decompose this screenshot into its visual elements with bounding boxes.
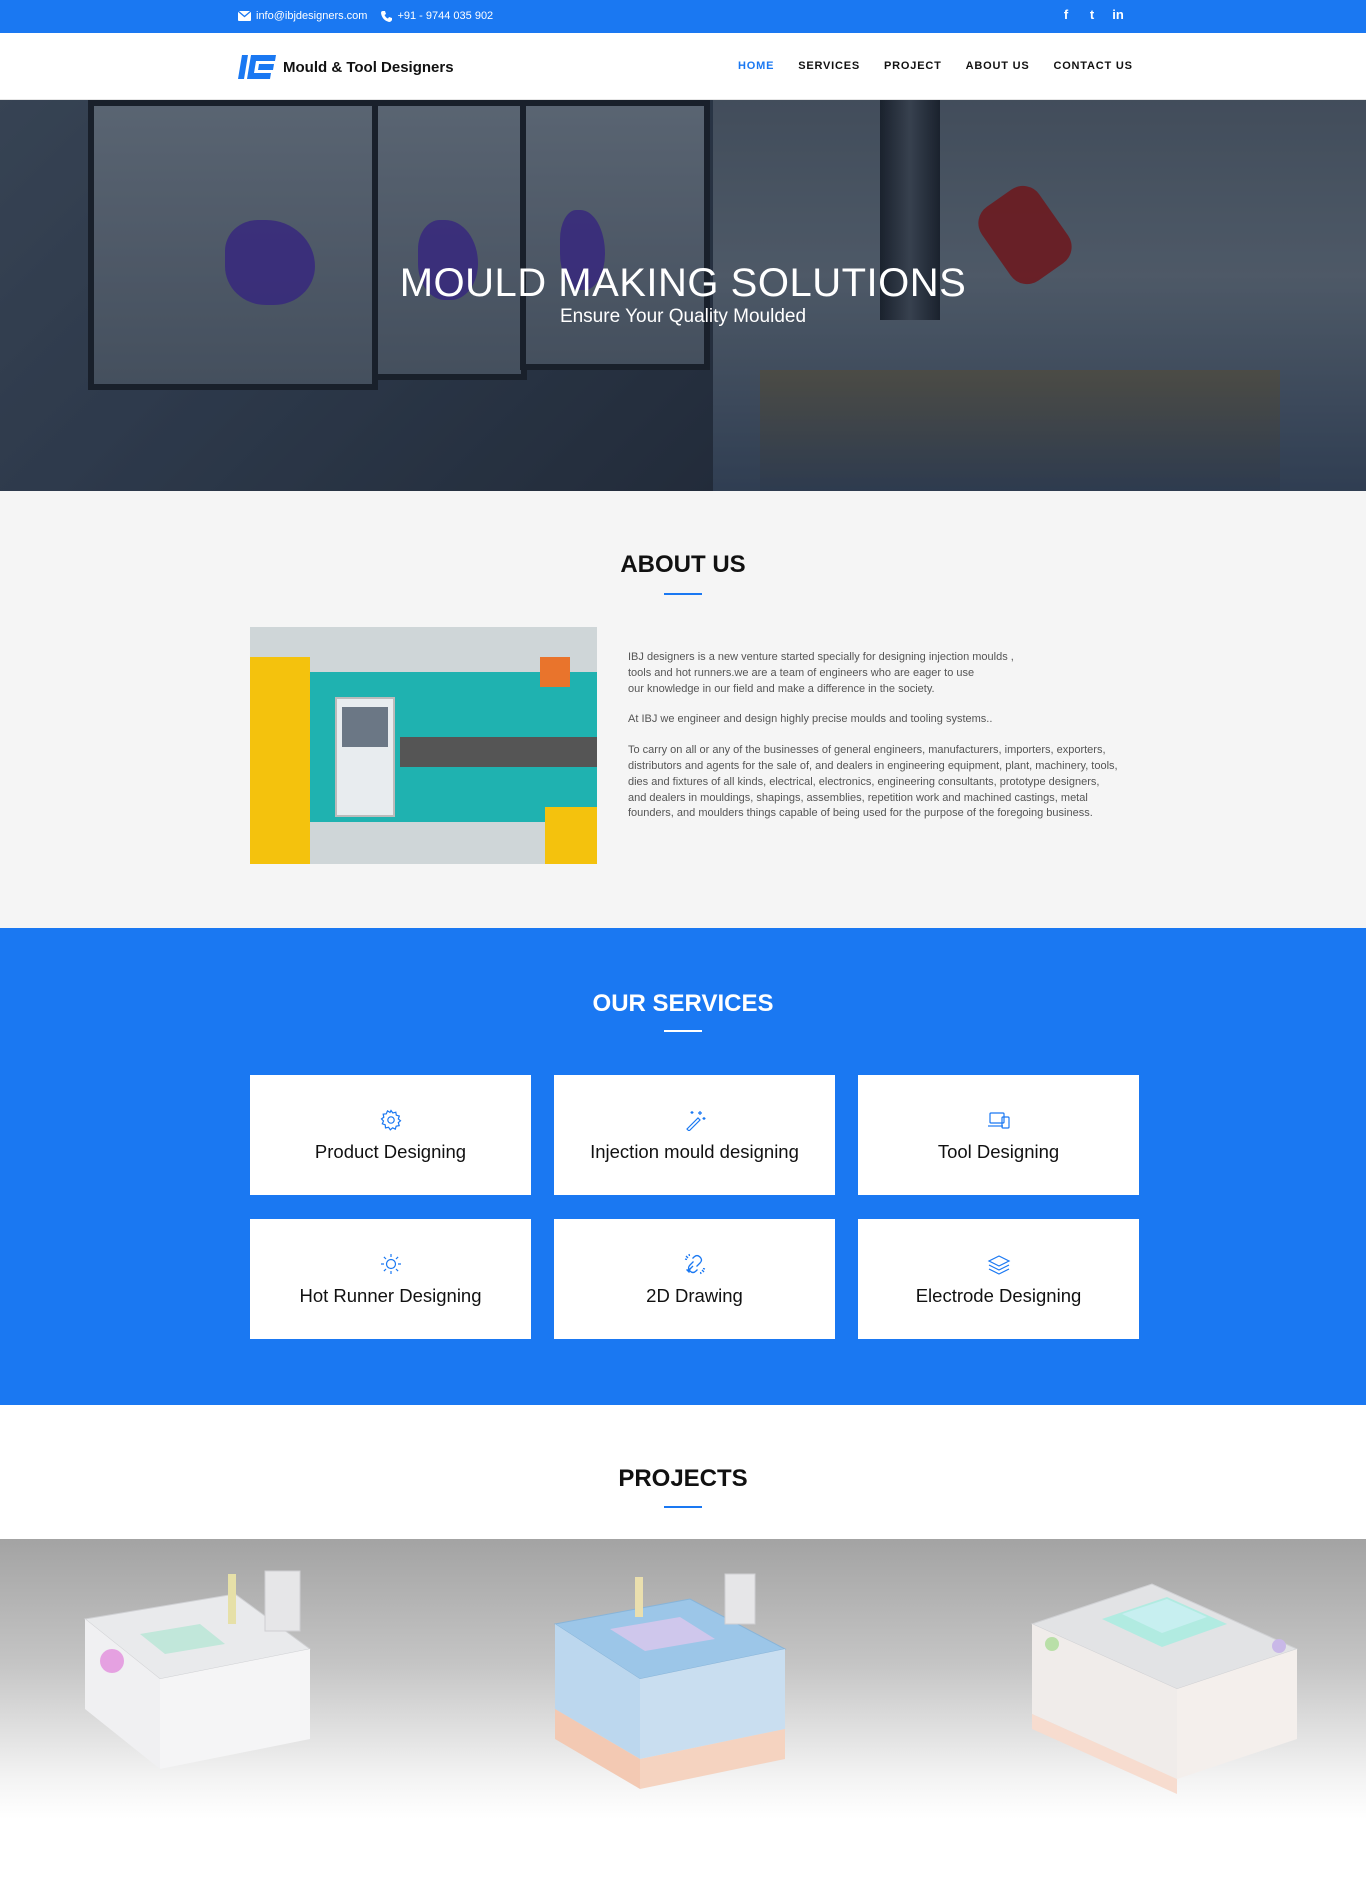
project-card-3[interactable] bbox=[927, 1539, 1366, 1819]
email-link[interactable]: info@ibjdesigners.com bbox=[238, 10, 367, 22]
brand-name: Mould & Tool Designers bbox=[283, 58, 454, 76]
magic-wand-icon bbox=[685, 1111, 705, 1131]
nav-home[interactable]: HOME bbox=[738, 60, 774, 72]
service-card-injection-mould-designing[interactable]: Injection mould designing bbox=[554, 1075, 835, 1195]
link-icon bbox=[684, 1253, 705, 1275]
service-card-2d-drawing[interactable]: 2D Drawing bbox=[554, 1219, 835, 1339]
about-title-underline bbox=[664, 593, 702, 595]
mould-render-image bbox=[1030, 1583, 1299, 1794]
about-paragraph-3: To carry on all or any of the businesses… bbox=[628, 744, 1118, 820]
service-label: Tool Designing bbox=[937, 1141, 1060, 1162]
hero-title: MOULD MAKING SOLUTIONS bbox=[399, 261, 967, 305]
about-section: ABOUT US IBJ designers is a new venture … bbox=[0, 491, 1366, 928]
service-card-product-designing[interactable]: Product Designing bbox=[250, 1075, 531, 1195]
linkedin-icon[interactable]: in bbox=[1112, 7, 1124, 22]
service-label: Product Designing bbox=[314, 1141, 467, 1162]
main-navbar: Mould & Tool Designers HOME SERVICES PRO… bbox=[0, 33, 1366, 100]
service-card-hot-runner-designing[interactable]: Hot Runner Designing bbox=[250, 1219, 531, 1339]
ibj-logo-icon bbox=[238, 55, 276, 79]
projects-section: PROJECTS bbox=[0, 1405, 1366, 1902]
twitter-icon[interactable]: t bbox=[1086, 7, 1098, 22]
projects-title: PROJECTS bbox=[618, 1465, 748, 1492]
nav-services[interactable]: SERVICES bbox=[798, 60, 860, 72]
about-text: IBJ designers is a new venture started s… bbox=[628, 650, 1118, 837]
services-section: OUR SERVICES Product Designing Injection… bbox=[0, 928, 1366, 1405]
nav-contact-us[interactable]: CONTACT US bbox=[1053, 60, 1132, 72]
about-paragraph-1: IBJ designers is a new venture started s… bbox=[628, 651, 1014, 695]
email-text: info@ibjdesigners.com bbox=[256, 10, 368, 22]
facebook-icon[interactable]: f bbox=[1060, 7, 1072, 22]
services-title: OUR SERVICES bbox=[592, 990, 774, 1017]
nav-project[interactable]: PROJECT bbox=[884, 60, 942, 72]
service-label: 2D Drawing bbox=[646, 1285, 743, 1306]
social-links: f t in bbox=[1060, 7, 1124, 22]
project-card-1[interactable] bbox=[0, 1539, 440, 1819]
mould-render-image bbox=[83, 1570, 312, 1769]
service-label: Electrode Designing bbox=[915, 1285, 1082, 1306]
top-contact-bar: info@ibjdesigners.com +91 - 9744 035 902… bbox=[0, 0, 1366, 33]
service-card-tool-designing[interactable]: Tool Designing bbox=[858, 1075, 1139, 1195]
service-label: Injection mould designing bbox=[590, 1141, 799, 1162]
gear-icon bbox=[380, 1109, 401, 1131]
about-title: ABOUT US bbox=[620, 551, 746, 578]
hero-subtitle: Ensure Your Quality Moulded bbox=[559, 306, 807, 327]
service-label: Hot Runner Designing bbox=[299, 1285, 482, 1306]
main-nav: HOME SERVICES PROJECT ABOUT US CONTACT U… bbox=[738, 60, 1133, 72]
sun-icon bbox=[380, 1254, 401, 1274]
about-paragraph-2: At IBJ we engineer and design highly pre… bbox=[628, 713, 993, 726]
nav-about-us[interactable]: ABOUT US bbox=[966, 60, 1030, 72]
brand-logo[interactable]: Mould & Tool Designers bbox=[238, 53, 454, 81]
mould-render-image bbox=[553, 1573, 787, 1789]
services-title-underline bbox=[664, 1030, 702, 1032]
phone-text: +91 - 9744 035 902 bbox=[397, 10, 494, 22]
hero-banner: MOULD MAKING SOLUTIONS Ensure Your Quali… bbox=[0, 100, 1366, 491]
envelope-icon bbox=[238, 11, 251, 21]
injection-machine-image bbox=[250, 627, 597, 864]
phone-icon bbox=[381, 10, 393, 22]
devices-icon bbox=[987, 1112, 1010, 1129]
projects-title-underline bbox=[664, 1506, 702, 1508]
service-card-electrode-designing[interactable]: Electrode Designing bbox=[858, 1219, 1139, 1339]
phone-link[interactable]: +91 - 9744 035 902 bbox=[381, 10, 493, 22]
project-card-2[interactable] bbox=[440, 1539, 927, 1819]
contact-info: info@ibjdesigners.com +91 - 9744 035 902 bbox=[238, 10, 493, 22]
layers-icon bbox=[987, 1255, 1010, 1275]
